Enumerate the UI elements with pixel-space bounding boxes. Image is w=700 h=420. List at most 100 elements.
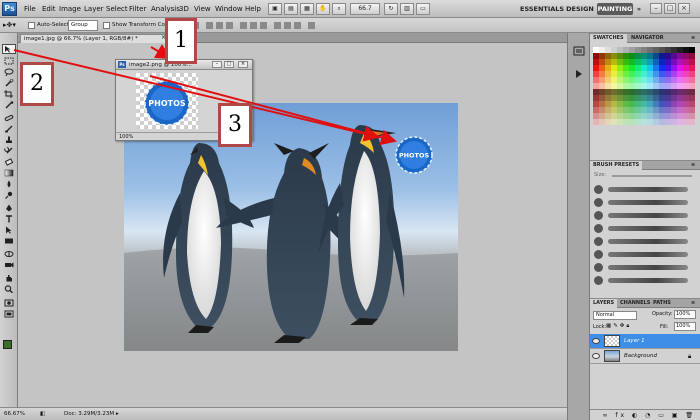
workspace-essentials[interactable]: ESSENTIALS [520, 3, 564, 15]
quick-selection-tool[interactable] [3, 79, 15, 87]
brush-preset[interactable] [590, 222, 700, 235]
brush-preset[interactable] [590, 196, 700, 209]
eraser-tool[interactable] [3, 158, 15, 166]
history-panel-icon[interactable] [573, 45, 585, 57]
eyedropper-tool[interactable] [3, 101, 15, 109]
distribute-bottom-icon[interactable] [260, 22, 267, 29]
rotate-view-button[interactable]: ↻ [384, 3, 398, 15]
shape-tool[interactable] [3, 237, 15, 245]
blur-tool[interactable] [3, 180, 15, 188]
layers-footer-buttons[interactable]: ∞ fx ◐ ◔ ▭ ▣ 🗑︎ [590, 409, 700, 420]
tab-layers[interactable]: LAYERS [590, 299, 618, 308]
move-tool[interactable] [2, 44, 16, 54]
tab-brush-presets[interactable]: BRUSH PRESETS [590, 161, 643, 170]
lock-icons[interactable]: ▦✎✥🔒︎ [606, 323, 631, 330]
brush-panel-menu-icon[interactable]: ≡ [688, 161, 698, 170]
swatch-grid[interactable] [593, 47, 695, 125]
distribute-top-icon[interactable] [240, 22, 247, 29]
brush-preset[interactable] [590, 183, 700, 196]
menu-select[interactable]: Select [106, 0, 128, 18]
auto-select-dropdown[interactable]: Group [68, 20, 98, 31]
auto-align-icon[interactable] [308, 22, 315, 29]
tab-swatches[interactable]: SWATCHES [590, 34, 627, 43]
maximize-button[interactable]: □ [664, 3, 676, 14]
screen-mode-button[interactable]: ▭ [416, 3, 430, 15]
image2-close-button[interactable]: × [238, 61, 248, 68]
eye-icon[interactable] [592, 338, 600, 344]
bridge-button[interactable]: ▣ [268, 3, 282, 15]
3d-rotate-tool[interactable] [3, 250, 15, 258]
brush-preset[interactable] [590, 209, 700, 222]
eye-icon[interactable] [592, 353, 600, 359]
photos-badge-float[interactable]: PHOTOS [136, 73, 198, 129]
clone-stamp-tool[interactable] [3, 136, 15, 144]
status-menu-icon[interactable]: ◧ [40, 408, 45, 420]
menu-edit[interactable]: Edit [42, 0, 56, 18]
workspace-more-icon[interactable]: » [635, 3, 643, 15]
menu-file[interactable]: File [24, 0, 36, 18]
align-left-icon[interactable] [206, 22, 213, 29]
view-extras-button[interactable]: ▦ [300, 3, 314, 15]
menu-filter[interactable]: Filter [129, 0, 146, 18]
fill-input[interactable]: 100% [674, 322, 696, 331]
actions-panel-icon[interactable] [573, 68, 585, 80]
workspace-design[interactable]: DESIGN [566, 3, 594, 15]
brush-preset[interactable] [590, 248, 700, 261]
mini-bridge-button[interactable]: ▤ [284, 3, 298, 15]
brush-size-slider[interactable] [612, 175, 692, 177]
quick-mask-tool[interactable] [3, 299, 15, 307]
align-right-icon[interactable] [226, 22, 233, 29]
lasso-tool[interactable] [3, 68, 15, 76]
tab-paths[interactable]: PATHS [650, 299, 674, 308]
distribute-hcenter-icon[interactable] [284, 22, 291, 29]
distribute-vcenter-icon[interactable] [250, 22, 257, 29]
layer-row[interactable]: Background 🔒︎ [590, 349, 700, 364]
history-brush-tool[interactable] [3, 147, 15, 155]
zoom-level-select[interactable]: 66.7 [350, 3, 380, 15]
layer-name[interactable]: Layer 1 [624, 334, 645, 349]
brush-preset[interactable] [590, 235, 700, 248]
menu-window[interactable]: Window [215, 0, 243, 18]
layers-panel-menu-icon[interactable]: ≡ [688, 299, 698, 308]
color-swatch[interactable] [689, 119, 695, 125]
path-selection-tool[interactable] [3, 226, 15, 234]
distribute-left-icon[interactable] [274, 22, 281, 29]
image2-canvas[interactable]: PHOTOS [136, 73, 198, 129]
image2-minimize-button[interactable]: – [212, 61, 222, 68]
align-hcenter-icon[interactable] [216, 22, 223, 29]
hand-tool-button[interactable]: ✋ [316, 3, 330, 15]
tab-navigator[interactable]: NAVIGATOR [628, 34, 667, 43]
hand-tool[interactable] [3, 274, 15, 282]
blend-mode-select[interactable]: Normal [593, 311, 637, 320]
document-tab[interactable]: image1.jpg @ 66.7% (Layer 1, RGB/8#) * [20, 34, 168, 43]
photos-badge-main[interactable]: PHOTOS [395, 136, 433, 174]
foreground-color-swatch[interactable] [3, 340, 12, 349]
menu-analysis[interactable]: Analysis [151, 0, 180, 18]
distribute-right-icon[interactable] [294, 22, 301, 29]
brush-preset[interactable] [590, 261, 700, 274]
move-tool-preset-icon[interactable]: ▸✥▾ [3, 18, 16, 33]
3d-camera-tool[interactable] [3, 261, 15, 269]
zoom-tool[interactable] [3, 285, 15, 293]
pen-tool[interactable] [3, 204, 15, 212]
marquee-tool[interactable] [3, 57, 15, 65]
layer-row[interactable]: Layer 1 [590, 334, 700, 349]
menu-image[interactable]: Image [59, 0, 81, 18]
minimize-button[interactable]: – [650, 3, 662, 14]
opacity-input[interactable]: 100% [674, 310, 696, 319]
menu-layer[interactable]: Layer [84, 0, 104, 18]
crop-tool[interactable] [3, 90, 15, 98]
image2-maximize-button[interactable]: □ [224, 61, 234, 68]
close-button[interactable]: × [678, 3, 690, 14]
menu-3d[interactable]: 3D [179, 0, 189, 18]
panel-menu-icon[interactable]: ≡ [688, 34, 698, 43]
arrange-documents-button[interactable]: ▥ [400, 3, 414, 15]
workspace-painting[interactable]: PAINTING [597, 3, 633, 15]
status-zoom[interactable]: 66.67% [4, 408, 25, 420]
gradient-tool[interactable] [3, 169, 15, 177]
brush-tool[interactable] [3, 125, 15, 133]
screen-mode-tool[interactable] [3, 310, 15, 318]
tab-channels[interactable]: CHANNELS [617, 299, 653, 308]
layer-name[interactable]: Background [624, 349, 657, 364]
canvas-area[interactable]: PHOTOS Ps image2.png @ 100%... – □ × PHO… [18, 43, 567, 407]
